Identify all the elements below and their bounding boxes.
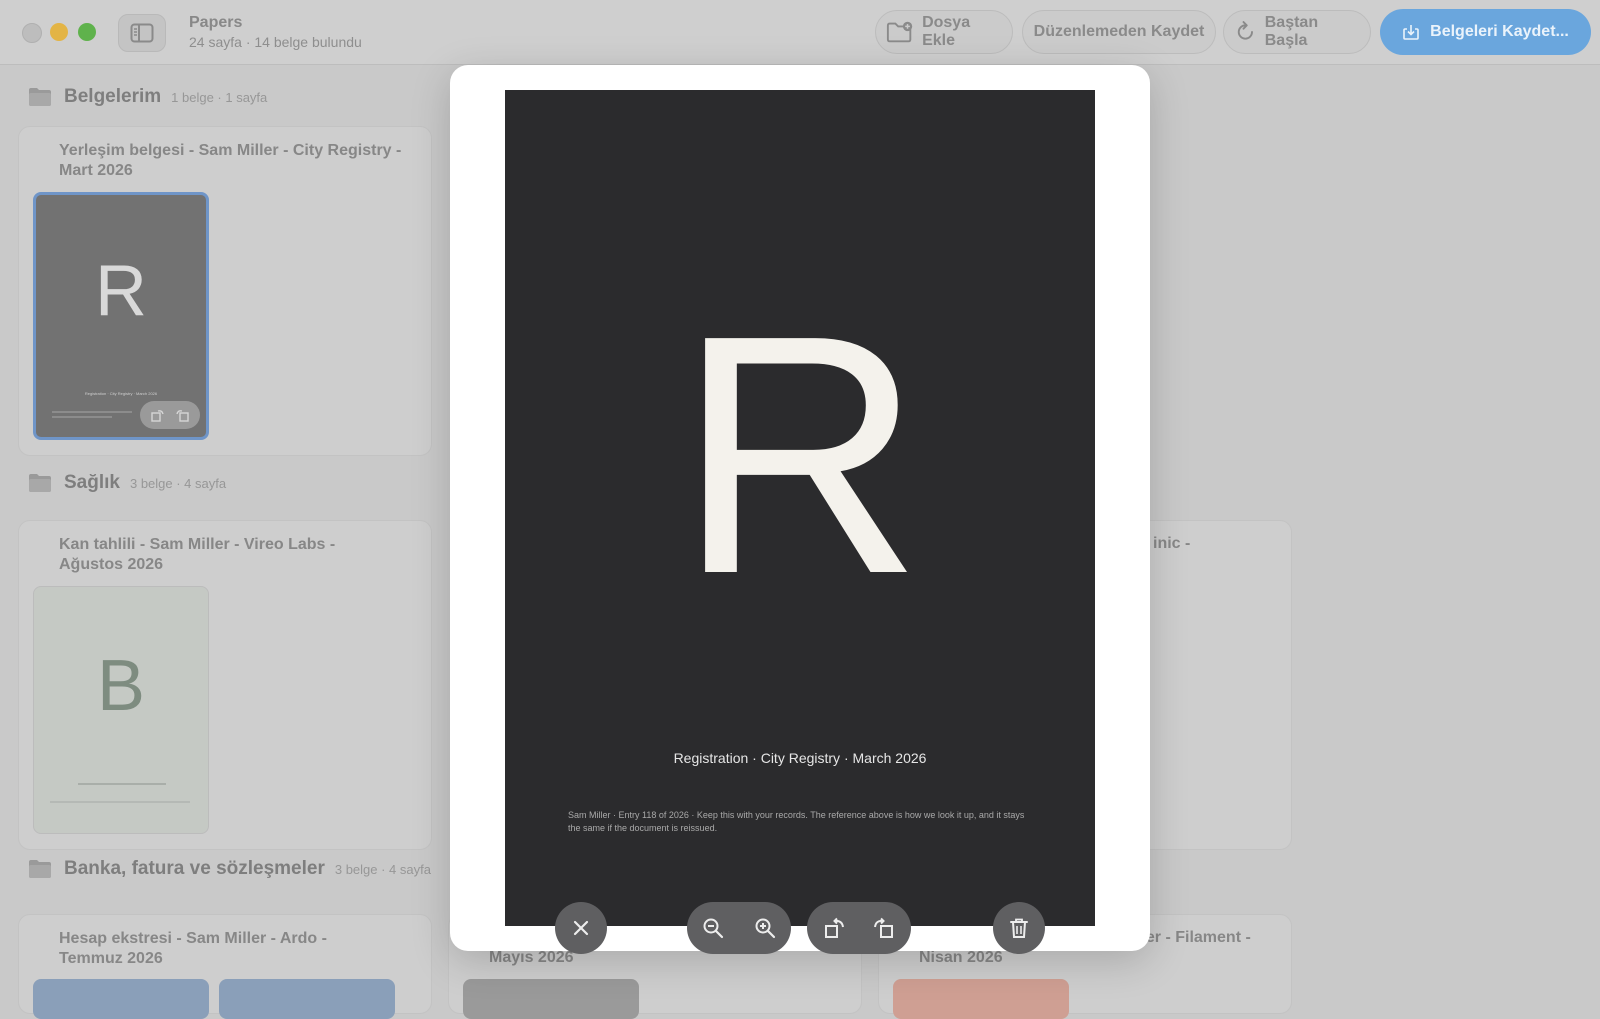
thumbnail-letter: B (96, 646, 146, 726)
add-file-button[interactable]: Dosya Ekle (875, 10, 1013, 54)
save-documents-label: Belgeleri Kaydet... (1430, 23, 1569, 40)
start-over-button[interactable]: Baştan Başla (1223, 10, 1371, 54)
card-title-line: Temmuz 2026 (59, 950, 163, 967)
section-title: Belgelerim (64, 86, 162, 107)
folder-add-icon (886, 21, 913, 43)
preview-caption: Registration · City Registry · March 202… (673, 750, 927, 766)
card-title-line: Ağustos 2026 (59, 556, 164, 573)
preview-page: R Registration · City Registry · March 2… (505, 90, 1095, 954)
card-title-fragment: ller - Filament - (1137, 929, 1251, 946)
thumbnail-note-line (52, 411, 132, 413)
zoom-controls (687, 902, 791, 954)
preview-note: Sam Miller · Entry 118 of 2026 · Keep th… (568, 810, 1025, 833)
refresh-icon (1237, 21, 1253, 40)
card-title-line: Mart 2026 (59, 162, 133, 179)
save-without-editing-label: Düzenlemeden Kaydet (1033, 23, 1205, 40)
rotate-left-icon[interactable] (151, 408, 165, 422)
app-title: Papers (189, 14, 243, 31)
title-bar: Papers 24 sayfa · 14 belge bulundu Dosya… (0, 0, 1600, 65)
close-icon (573, 920, 589, 936)
add-file-label: Dosya Ekle (922, 14, 971, 49)
thumbnail-rotate-controls (140, 401, 200, 429)
card-title-line: Yerleşim belgesi - Sam Miller - City Reg… (59, 142, 402, 159)
document-card[interactable]: Yerleşim belgesi - Sam Miller - City Reg… (18, 126, 432, 456)
save-documents-button[interactable]: Belgeleri Kaydet... (1380, 9, 1591, 55)
folder-icon (29, 474, 51, 492)
sidebar-icon (130, 23, 154, 43)
page-thumbnail[interactable] (33, 979, 209, 1019)
card-title-line: Nisan 2026 (919, 949, 1003, 966)
page-thumbnail[interactable] (219, 979, 395, 1019)
thumbnail-caption-line (78, 783, 166, 785)
section-header-belgelerim[interactable]: Belgelerim 1 belge · 1 sayfa (28, 86, 267, 108)
section-title: Banka, fatura ve sözleşmeler (64, 858, 325, 879)
thumbnail-note-line (50, 801, 190, 803)
card-title-line: Hesap ekstresi - Sam Miller - Ardo - (59, 930, 327, 947)
download-icon (1403, 25, 1419, 40)
section-header-banka[interactable]: Banka, fatura ve sözleşmeler 3 belge · 4… (28, 858, 431, 880)
page-thumbnail[interactable] (893, 979, 1069, 1019)
window-close-button[interactable] (22, 23, 42, 43)
preview-letter: R (677, 265, 923, 645)
thumbnail-note-line (52, 416, 112, 418)
card-title-fragment: inic - (1153, 535, 1191, 552)
folder-icon (29, 860, 51, 878)
page-thumbnail[interactable]: R Registration · City Registry · March 2… (33, 192, 209, 440)
document-card[interactable]: Hesap ekstresi - Sam Miller - Ardo - Tem… (18, 914, 432, 1019)
card-title-line: Mayıs 2026 (489, 949, 574, 966)
section-header-saglik[interactable]: Sağlık 3 belge · 4 sayfa (28, 472, 226, 494)
rotate-controls (807, 902, 911, 954)
section-meta: 3 belge · 4 sayfa (334, 861, 431, 877)
sidebar-toggle-button[interactable] (118, 14, 166, 52)
card-title-line: Kan tahlili - Sam Miller - Vireo Labs - (59, 536, 336, 553)
close-preview-button[interactable] (555, 902, 607, 954)
thumbnail-caption: Registration · City Registry · March 202… (84, 391, 158, 396)
window-zoom-button[interactable] (78, 23, 96, 41)
app-subtitle: 24 sayfa · 14 belge bulundu (189, 34, 362, 50)
delete-page-button[interactable] (993, 902, 1045, 954)
section-meta: 3 belge · 4 sayfa (129, 475, 227, 491)
document-card[interactable]: Kan tahlili - Sam Miller - Vireo Labs - … (18, 520, 432, 850)
rotate-left-icon[interactable] (824, 917, 846, 939)
window-minimize-button[interactable] (50, 23, 68, 41)
page-thumbnail[interactable]: B (33, 586, 209, 834)
section-meta: 1 belge · 1 sayfa (171, 89, 268, 105)
page-thumbnail[interactable] (463, 979, 639, 1019)
section-title: Sağlık (64, 472, 120, 493)
thumbnail-letter: R (95, 251, 147, 331)
save-without-editing-button[interactable]: Düzenlemeden Kaydet (1022, 10, 1216, 54)
folder-icon (29, 88, 51, 106)
start-over-label: Baştan Başla (1264, 14, 1319, 49)
trash-icon (1010, 918, 1028, 938)
page-preview-modal: R Registration · City Registry · March 2… (450, 65, 1150, 954)
zoom-in-icon[interactable] (754, 917, 776, 939)
rotate-right-icon[interactable] (175, 408, 189, 422)
zoom-out-icon[interactable] (702, 917, 724, 939)
rotate-right-icon[interactable] (872, 917, 894, 939)
